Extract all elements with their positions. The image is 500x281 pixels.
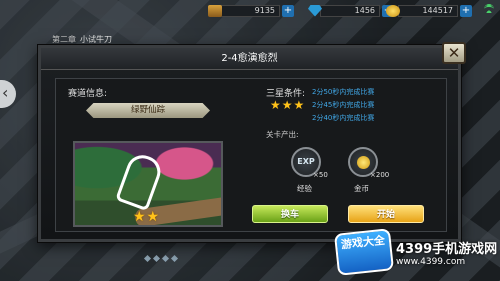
track-info-label: 赛道信息: [68,89,108,99]
coin-count: 144517 [398,4,458,17]
change-car-button[interactable]: 换车 [252,205,328,223]
chest-icon [208,4,222,17]
chapter-name: 小试牛刀 [80,35,112,44]
top-resource-bar: 9135 + 1456 + 144517 + [190,0,500,22]
map-pin-icon [115,150,165,212]
page-dot [161,254,170,263]
chapter-title: 第二章 小试牛刀 [52,34,112,45]
three-star-icons: ★★★ [270,98,306,112]
exp-label: 经验 [297,184,312,193]
track-name-banner: 绿野仙踪 [86,103,210,118]
page-dot [170,254,179,263]
gem-count: 1456 [320,4,380,17]
condition-2: 2分45秒内完成比赛 [312,101,375,109]
add-coin-button[interactable]: + [460,4,472,17]
page-dot [143,254,152,263]
coin-icon [386,4,400,17]
close-button[interactable]: ✕ [442,42,466,64]
chest-count: 9135 [220,4,280,17]
dialog-content: 赛道信息: 绿野仙踪 ★★ 三星条件: ★★★ 2分50秒内完成比赛 2分45秒… [55,78,447,232]
watermark-text: 4399手机游戏网 www.4399.com [396,238,497,267]
condition-1: 2分50秒内完成比赛 [312,88,375,96]
condition-3: 2分40秒内完成比赛 [312,114,375,122]
preview-stars: ★★ [133,209,161,225]
gem-resource: 1456 + [308,3,394,18]
add-chest-button[interactable]: + [282,4,294,17]
wifi-icon [484,4,494,13]
coin-reward-count: ×200 [370,171,390,179]
page-dots [143,254,179,263]
stage-dialog: 2-4愈演愈烈 ✕ 赛道信息: 绿野仙踪 ★★ 三星条件: ★★★ 2分50秒内… [38,42,466,242]
drops-label: 关卡产出: [266,130,299,139]
exp-count: ×50 [313,171,328,179]
watermark-url: www.4399.com [396,256,466,267]
start-button[interactable]: 开始 [348,205,424,223]
chest-resource: 9135 + [208,3,294,18]
watermark-logo: 游戏大全 [333,228,395,276]
coin-icon [357,156,370,169]
page-dot [152,254,161,263]
watermark-title: 4399手机游戏网 [396,241,498,257]
site-watermark: 游戏大全 4399手机游戏网 www.4399.com [333,228,497,276]
chapter-number: 第二章 [52,35,76,44]
coin-reward-label: 金币 [354,184,369,193]
dialog-title: 2-4愈演愈烈 [41,48,458,70]
track-preview-image: ★★ [73,141,223,227]
coin-resource: 144517 + [386,3,472,18]
